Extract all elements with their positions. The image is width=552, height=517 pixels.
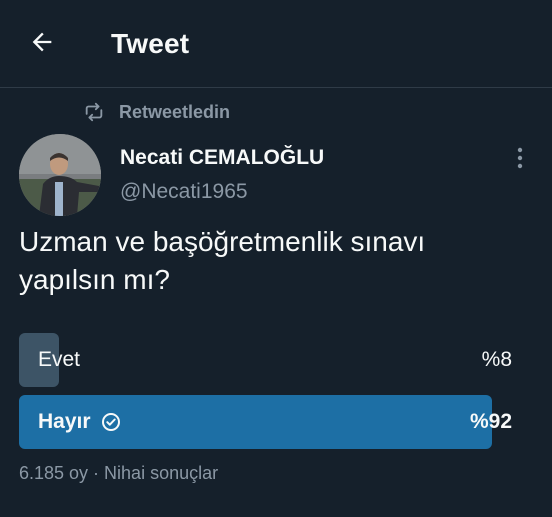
top-bar: Tweet — [0, 0, 552, 88]
poll-option-percent: %8 — [481, 348, 512, 371]
back-button[interactable] — [22, 24, 62, 64]
page-title: Tweet — [111, 28, 190, 59]
poll-option-evet: Evet %8 — [19, 333, 512, 387]
author-name[interactable]: Necati CEMALOĞLU — [120, 146, 324, 170]
retweet-icon — [83, 101, 105, 123]
poll-option-percent: %92 — [469, 410, 512, 433]
more-options-button[interactable] — [505, 145, 535, 175]
retweet-label: Retweetledin — [119, 101, 231, 122]
avatar[interactable] — [19, 134, 101, 216]
poll-option-label: Evet — [38, 348, 81, 371]
poll-option-label: Hayır — [38, 410, 91, 433]
poll-footer: 6.185 oy · Nihai sonuçlar — [19, 463, 219, 483]
retweet-indicator: Retweetledin — [83, 100, 230, 124]
author-handle[interactable]: @Necati1965 — [120, 180, 248, 204]
check-circle-icon — [101, 412, 121, 432]
more-vertical-icon — [517, 147, 523, 174]
poll-option-hayir: Hayır %92 — [19, 395, 512, 449]
tweet-text: Uzman ve başöğretmenlik sınavı yapılsın … — [19, 226, 426, 295]
poll-option-label-wrapper: Hayır — [38, 395, 121, 449]
arrow-left-icon — [28, 28, 56, 61]
